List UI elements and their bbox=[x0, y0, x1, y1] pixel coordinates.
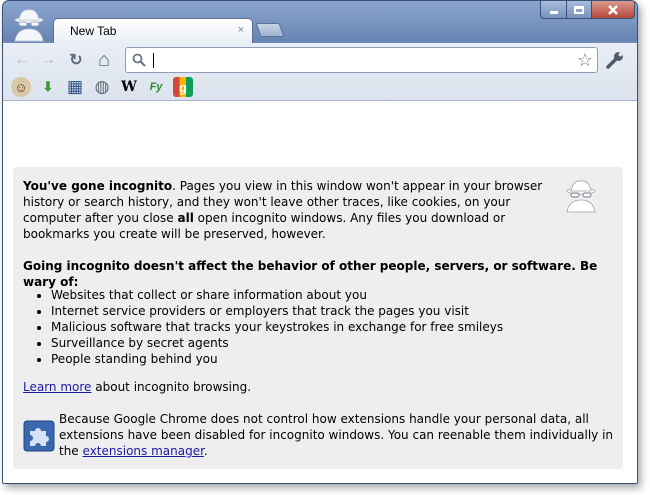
wikipedia-icon[interactable]: W bbox=[119, 77, 139, 97]
grid-calculator-icon[interactable]: ▦ bbox=[65, 77, 85, 97]
avatar-face-icon[interactable]: ☺ bbox=[11, 77, 31, 97]
wary-list: Websites that collect or share informati… bbox=[51, 287, 611, 367]
close-icon bbox=[608, 4, 618, 15]
tab-title: New Tab bbox=[70, 24, 117, 38]
download-icon[interactable]: ⬇ bbox=[38, 77, 58, 97]
omnibox[interactable]: ☆ bbox=[125, 47, 598, 73]
maximize-button[interactable] bbox=[566, 1, 592, 19]
minimize-button[interactable] bbox=[540, 1, 567, 19]
tab-new-tab[interactable]: New Tab × bbox=[53, 18, 253, 44]
globe-icon[interactable]: ◍ bbox=[92, 77, 112, 97]
text-caret bbox=[153, 53, 154, 68]
learn-more-text: about incognito browsing. bbox=[91, 380, 252, 394]
list-item: Websites that collect or share informati… bbox=[51, 287, 611, 303]
close-window-button[interactable] bbox=[591, 1, 635, 19]
forward-arrow-icon[interactable]: → bbox=[37, 49, 59, 71]
google-icon[interactable]: g bbox=[173, 77, 193, 97]
back-arrow-icon[interactable]: ← bbox=[11, 49, 33, 71]
search-icon bbox=[132, 53, 146, 67]
extensions-manager-link[interactable]: extensions manager bbox=[83, 444, 204, 458]
list-item: Malicious software that tracks your keys… bbox=[51, 319, 611, 335]
incognito-page: You've gone incognito. Pages you view in… bbox=[3, 101, 637, 483]
extension-puzzle-icon bbox=[23, 420, 55, 452]
toolbar: ← → ↻ ⌂ ☆ ☺ ⬇ ▦ ◍ W Fy g bbox=[3, 43, 637, 101]
wrench-menu-icon[interactable] bbox=[604, 49, 626, 71]
list-item: Internet service providers or employers … bbox=[51, 303, 611, 319]
intro-bold: You've gone incognito bbox=[23, 179, 173, 193]
list-item: Surveillance by secret agents bbox=[51, 335, 611, 351]
wary-heading: Going incognito doesn't affect the behav… bbox=[23, 259, 598, 289]
incognito-info-panel: You've gone incognito. Pages you view in… bbox=[13, 167, 623, 469]
new-tab-button[interactable] bbox=[255, 23, 285, 37]
browser-window: New Tab × ← → ↻ ⌂ ☆ ☺ ⬇ ▦ ◍ W Fy g You'v… bbox=[2, 0, 638, 484]
address-input[interactable] bbox=[152, 51, 572, 69]
learn-more-line: Learn more about incognito browsing. bbox=[23, 379, 583, 395]
list-item: People standing behind you bbox=[51, 351, 611, 367]
bookmark-star-icon[interactable]: ☆ bbox=[577, 50, 593, 71]
feedly-icon[interactable]: Fy bbox=[146, 77, 166, 97]
minimize-icon bbox=[549, 10, 558, 14]
incognito-spy-icon bbox=[566, 180, 596, 213]
incognito-spy-icon bbox=[14, 9, 44, 42]
learn-more-link[interactable]: Learn more bbox=[23, 380, 91, 394]
maximize-icon bbox=[574, 5, 584, 14]
extensions-notice: Because Google Chrome does not control h… bbox=[59, 411, 619, 459]
home-icon[interactable]: ⌂ bbox=[93, 49, 115, 71]
reload-icon[interactable]: ↻ bbox=[65, 49, 87, 71]
incognito-intro: You've gone incognito. Pages you view in… bbox=[23, 178, 553, 242]
intro-all: all bbox=[177, 211, 194, 225]
extensions-end: . bbox=[203, 444, 208, 458]
bookmarks-bar: ☺ ⬇ ▦ ◍ W Fy g bbox=[11, 77, 193, 97]
tab-close-icon[interactable]: × bbox=[238, 24, 244, 36]
